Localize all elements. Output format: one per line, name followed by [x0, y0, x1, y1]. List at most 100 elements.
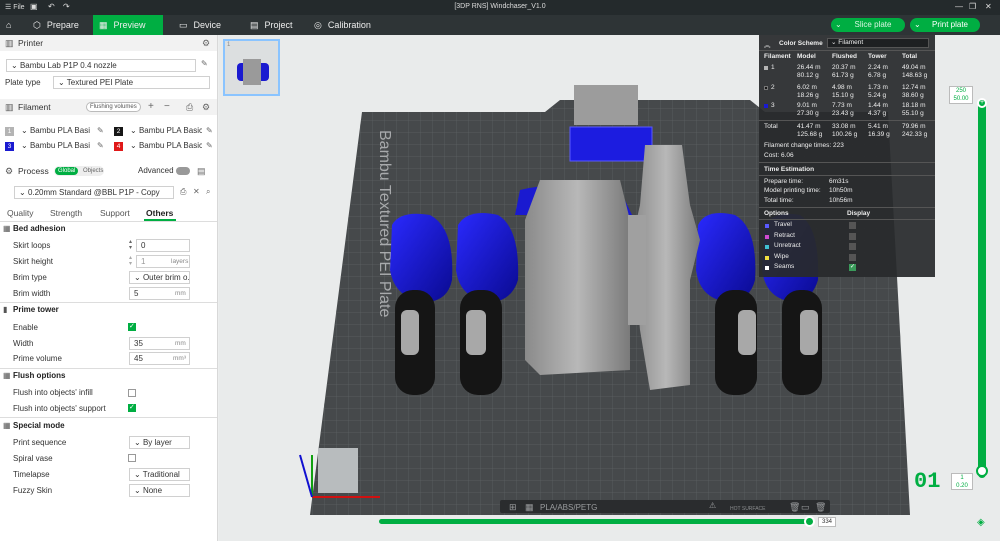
filament-color-swatch[interactable]: 2 — [114, 127, 123, 136]
total-time-value: 10h56m — [829, 197, 853, 204]
fuzzy-skin-select[interactable]: ⌄ None — [129, 484, 190, 497]
move-slider[interactable] — [379, 519, 810, 524]
filament-color-swatch[interactable]: 3 — [5, 142, 14, 151]
tab-project[interactable]: ▤ Project — [244, 15, 314, 35]
layers-icon[interactable]: ◈ — [977, 517, 985, 528]
filament-select[interactable]: ⌄ Bambu PLA Basic — [17, 125, 90, 138]
layer-slider-bottom-handle[interactable] — [976, 465, 988, 477]
travel-checkbox[interactable] — [849, 222, 856, 229]
tower-cell: 1.73 m 5.24 g — [868, 84, 888, 99]
tab-others[interactable]: Others — [146, 208, 173, 218]
flushing-volumes-button[interactable]: Flushing volumes — [86, 102, 141, 112]
preview-icon: ▦ — [99, 20, 108, 30]
timelapse-select[interactable]: ⌄ Traditional — [129, 468, 190, 481]
global-option[interactable]: Global — [55, 167, 79, 175]
filament-color-swatch[interactable]: 4 — [114, 142, 123, 151]
edit-filament-icon[interactable]: ✎ — [97, 126, 104, 135]
travel-swatch — [765, 224, 769, 228]
time-estimation-header: Time Estimation — [764, 166, 815, 173]
edit-filament-icon[interactable]: ✎ — [97, 141, 104, 150]
filament-icon: ▥ — [5, 102, 14, 112]
color-scheme-select[interactable]: ⌄ Filament — [827, 38, 929, 48]
tab-support[interactable]: Support — [100, 208, 130, 218]
edit-filament-icon[interactable]: ✎ — [206, 126, 213, 135]
filament-change-times: Filament change times: 223 — [764, 142, 844, 149]
spiral-vase-checkbox[interactable] — [128, 454, 136, 462]
printer-select[interactable]: ⌄ Bambu Lab P1P 0.4 nozzle — [6, 59, 196, 72]
prime-tower-icon: ▮ — [3, 305, 8, 314]
plate-type-select[interactable]: ⌄ Textured PEI Plate — [53, 76, 210, 89]
flushed-cell: 33.08 m 100.26 g — [832, 123, 858, 138]
layer-slider[interactable] — [978, 100, 986, 478]
brim-type-select[interactable]: ⌄ Outer brim o... — [129, 271, 190, 284]
print-sequence-select[interactable]: ⌄ By layer — [129, 436, 190, 449]
flush-infill-checkbox[interactable] — [128, 389, 136, 397]
stepper-icon[interactable]: ▴ ▾ — [129, 255, 132, 267]
filament-select[interactable]: ⌄ Bambu PLA Basic — [17, 140, 90, 153]
skirt-loops-input[interactable]: 0 — [136, 239, 190, 252]
sync-filament-icon[interactable]: ⎙ — [186, 99, 193, 115]
unretract-checkbox[interactable] — [849, 243, 856, 250]
brim-width-label: Brim width — [13, 289, 51, 298]
close-icon[interactable]: ✕ — [985, 2, 992, 11]
filament-select[interactable]: ⌄ Bambu PLA Basic — [126, 140, 202, 153]
edit-filament-icon[interactable]: ✎ — [206, 141, 213, 150]
printer-section-header: ▥ Printer ⚙ — [0, 35, 217, 51]
move-slider-value: 334 — [818, 517, 837, 527]
timelapse-label: Timelapse — [13, 470, 50, 479]
thumbnail-model — [243, 59, 261, 85]
advanced-toggle[interactable] — [176, 167, 190, 175]
trash-icon[interactable]: 🗑 — [789, 502, 800, 513]
hot-surface-text: HOT SURFACE — [730, 506, 766, 512]
tab-quality[interactable]: Quality — [7, 208, 33, 218]
filament-select[interactable]: ⌄ Bambu PLA Basic — [126, 125, 202, 138]
objects-option[interactable]: Objects — [83, 166, 103, 176]
width-unit: mm — [175, 340, 186, 347]
seams-checkbox[interactable]: ✓ — [849, 264, 856, 271]
compare-icon[interactable]: ▤ — [197, 163, 206, 179]
plate-number: 1 — [227, 42, 231, 48]
prepare-time-value: 6m31s — [829, 178, 849, 185]
flush-support-checkbox[interactable] — [128, 403, 136, 412]
retract-checkbox[interactable] — [849, 233, 856, 240]
process-preset-select[interactable]: ⌄ 0.20mm Standard @BBL P1P - Copy — [14, 186, 174, 199]
prime-volume-unit: mm³ — [173, 355, 186, 362]
trash-icon[interactable]: 🗑 — [815, 502, 826, 513]
print-dropdown-icon[interactable]: ⌄ — [914, 18, 921, 32]
slice-dropdown-icon[interactable]: ⌄ — [835, 18, 842, 32]
tab-calibration[interactable]: ◎ Calibration — [308, 15, 398, 35]
search-icon[interactable]: ⌕ — [206, 187, 210, 197]
close-preset-icon[interactable]: ✕ — [193, 187, 200, 196]
filament-color-swatch[interactable]: 1 — [5, 127, 14, 136]
stepper-icon[interactable]: ▴ ▾ — [129, 239, 132, 251]
filament-settings-icon[interactable]: ⚙ — [202, 99, 210, 115]
save-preset-icon[interactable]: ⎙ — [180, 187, 186, 197]
flush-support-label: Flush into objects' support — [13, 404, 106, 413]
collapse-icon[interactable]: ︽ — [764, 39, 771, 49]
plate-thumbnail[interactable]: 1 — [223, 39, 280, 96]
process-tabs: Quality Strength Support Others — [0, 208, 217, 220]
total-cell: 12.74 m 38.60 g — [902, 84, 926, 99]
edit-printer-icon[interactable]: ✎ — [201, 59, 208, 68]
tab-strength[interactable]: Strength — [50, 208, 82, 218]
printer-settings-icon[interactable]: ⚙ — [202, 35, 210, 51]
slice-plate-button[interactable]: ⌄ Slice plate — [831, 18, 905, 32]
layout-icon[interactable]: ▦ — [525, 502, 534, 513]
layer-slider-top-handle[interactable]: + — [977, 98, 987, 108]
prime-tower-enable-checkbox[interactable] — [128, 322, 136, 331]
tab-prepare[interactable]: ⬡ Prepare — [27, 15, 93, 35]
remove-filament-icon[interactable]: − — [164, 99, 170, 115]
frame-icon[interactable]: ▭ — [801, 502, 810, 513]
divider — [759, 120, 935, 121]
grid-icon[interactable]: ⊞ — [509, 502, 517, 513]
print-plate-button[interactable]: ⌄ Print plate — [910, 18, 980, 32]
flush-options-group: ▦ Flush options — [3, 371, 66, 380]
add-filament-icon[interactable]: + — [148, 99, 154, 115]
tab-device[interactable]: ▭ Device — [173, 15, 243, 35]
home-icon[interactable]: ⌂ — [0, 15, 20, 35]
restore-icon[interactable]: ❐ — [969, 2, 976, 11]
tab-preview[interactable]: ▦ Preview — [93, 15, 163, 35]
wipe-checkbox[interactable] — [849, 254, 856, 261]
minimize-icon[interactable]: — — [955, 2, 963, 11]
move-slider-handle[interactable] — [804, 516, 815, 527]
